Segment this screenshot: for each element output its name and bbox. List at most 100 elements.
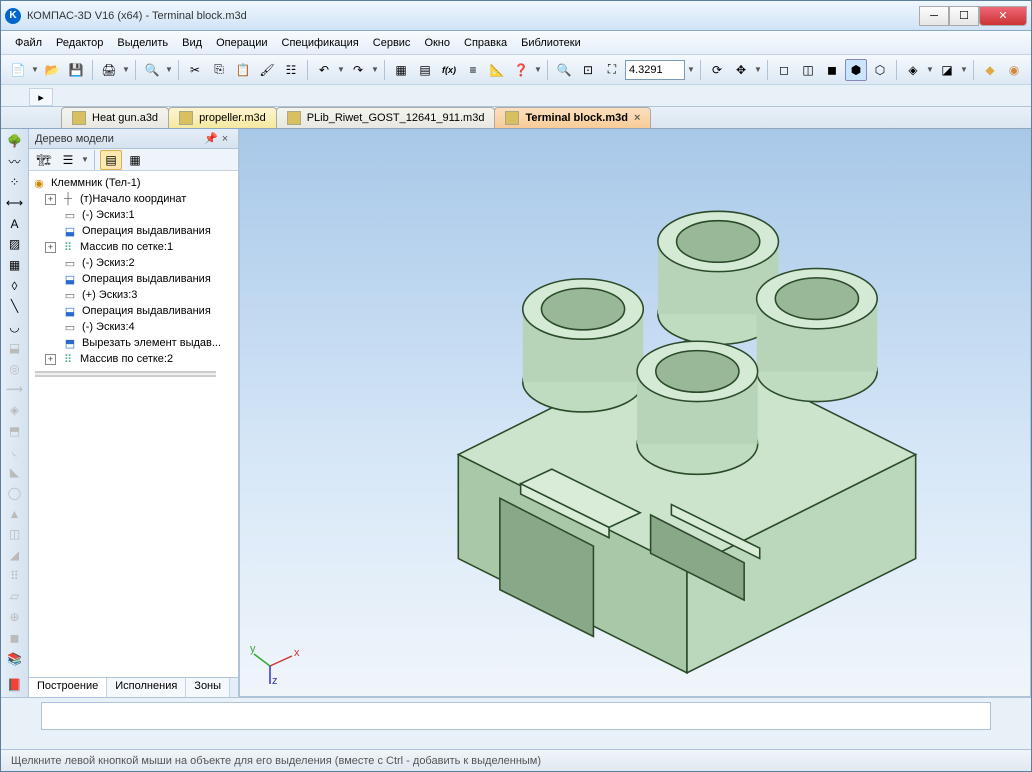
dropdown-icon[interactable]: ▼ <box>337 65 345 74</box>
menu-libraries[interactable]: Библиотеки <box>515 34 587 52</box>
dropdown-icon[interactable]: ▼ <box>371 65 379 74</box>
help-button[interactable]: ❓ <box>510 59 532 81</box>
lt-bool-icon[interactable]: ⊕ <box>4 607 26 627</box>
panel-toggle[interactable]: ▸ <box>29 88 53 106</box>
lt-lib-icon[interactable]: 📚 <box>4 650 26 670</box>
lt-sweep-icon[interactable]: ⟿ <box>4 379 26 399</box>
maximize-button[interactable]: ☐ <box>949 6 979 26</box>
lt-loft-icon[interactable]: ◈ <box>4 400 26 420</box>
dropdown-icon[interactable]: ▼ <box>165 65 173 74</box>
lt-surface-icon[interactable]: ◊ <box>4 276 26 296</box>
zoom-window-button[interactable]: ⊡ <box>577 59 599 81</box>
vars-button[interactable]: ≡ <box>462 59 484 81</box>
lt-extrude-icon[interactable]: ⬓ <box>4 338 26 358</box>
lt-line-icon[interactable]: ╲ <box>4 297 26 317</box>
dropdown-icon[interactable]: ▼ <box>122 65 130 74</box>
menu-select[interactable]: Выделить <box>111 34 174 52</box>
lt-body-icon[interactable]: ◼ <box>4 628 26 648</box>
menu-window[interactable]: Окно <box>418 34 456 52</box>
tab-close-icon[interactable]: × <box>634 112 640 124</box>
tree-mode2-icon[interactable]: ☰ <box>57 150 79 170</box>
pin-icon[interactable]: 📌 <box>204 132 218 145</box>
lt-rib-icon[interactable]: ▲ <box>4 504 26 524</box>
lt-chamfer-icon[interactable]: ◣ <box>4 462 26 482</box>
lt-mirror-icon[interactable]: ▱ <box>4 586 26 606</box>
tree-node[interactable]: ▭(-) Эскиз:4 <box>31 319 236 335</box>
tree-mode3-icon[interactable]: ▤ <box>100 150 122 170</box>
tree-node[interactable]: ⬓Операция выдавливания <box>31 303 236 319</box>
dropdown-icon[interactable]: ▼ <box>926 65 934 74</box>
render-button[interactable]: ◉ <box>1003 59 1025 81</box>
tree-node[interactable]: ▭(-) Эскиз:2 <box>31 255 236 271</box>
open-button[interactable]: 📂 <box>41 59 63 81</box>
tree-tab-build[interactable]: Построение <box>29 678 107 697</box>
lt-table-icon[interactable]: ▦ <box>4 255 26 275</box>
zoom-input[interactable] <box>625 60 685 80</box>
tree-node[interactable]: ▭(-) Эскиз:1 <box>31 207 236 223</box>
view-shadedwire-button[interactable]: ⬡ <box>869 59 891 81</box>
save-button[interactable]: 💾 <box>65 59 87 81</box>
menu-spec[interactable]: Спецификация <box>276 34 365 52</box>
3d-viewport[interactable]: x y z <box>239 129 1031 697</box>
lt-hatch-icon[interactable]: ▨ <box>4 235 26 255</box>
tree-node[interactable]: ⬓Операция выдавливания <box>31 223 236 239</box>
minimize-button[interactable]: ─ <box>919 6 949 26</box>
lt-cut-icon[interactable]: ⬒ <box>4 421 26 441</box>
lt-dim-icon[interactable]: ⟷ <box>4 193 26 213</box>
cut-button[interactable]: ✂ <box>184 59 206 81</box>
dropdown-icon[interactable]: ▼ <box>534 65 542 74</box>
dropdown-icon[interactable]: ▼ <box>687 65 695 74</box>
menu-operations[interactable]: Операции <box>210 34 273 52</box>
tree-node[interactable]: ⬒Вырезать элемент выдав... <box>31 335 236 351</box>
lt-arc-icon[interactable]: ◡ <box>4 317 26 337</box>
lt-tree-icon[interactable]: 🌳 <box>4 131 26 151</box>
tree-node[interactable]: +⠿Массив по сетке:1 <box>31 239 236 255</box>
view-hidden-button[interactable]: ◫ <box>797 59 819 81</box>
rotate-button[interactable]: ⟳ <box>706 59 728 81</box>
lt-point-icon[interactable]: ⁘ <box>4 172 26 192</box>
tree-tab-exec[interactable]: Исполнения <box>107 678 186 697</box>
print-button[interactable]: 🖨 <box>98 59 120 81</box>
command-bar[interactable] <box>41 702 991 730</box>
tree-node[interactable]: ▭(+) Эскиз:3 <box>31 287 236 303</box>
close-button[interactable]: ✕ <box>979 6 1027 26</box>
new-button[interactable]: 📄 <box>7 59 29 81</box>
dropdown-icon[interactable]: ▼ <box>754 65 762 74</box>
menu-editor[interactable]: Редактор <box>50 34 109 52</box>
view-shaded-button[interactable]: ⬢ <box>845 59 867 81</box>
menu-service[interactable]: Сервис <box>367 34 417 52</box>
menu-file[interactable]: Файл <box>9 34 48 52</box>
lt-lib2-icon[interactable]: 📕 <box>4 675 26 695</box>
tree-root[interactable]: ◉ Клеммник (Тел-1) <box>31 175 236 191</box>
doc-tab-plib[interactable]: PLib_Riwet_GOST_12641_911.m3d <box>276 107 496 128</box>
lt-pattern-icon[interactable]: ⠿ <box>4 566 26 586</box>
preview-button[interactable]: 🔍 <box>141 59 163 81</box>
tree-node[interactable]: +┼(т)Начало координат <box>31 191 236 207</box>
redo-button[interactable]: ↷ <box>347 59 369 81</box>
section-button[interactable]: ◪ <box>936 59 958 81</box>
dropdown-icon[interactable]: ▼ <box>960 65 968 74</box>
panel-close-icon[interactable]: × <box>218 133 232 145</box>
lt-fillet-icon[interactable]: ◟ <box>4 442 26 462</box>
tree-scrollbar-h[interactable] <box>35 371 216 377</box>
tree-mode4-icon[interactable]: ▦ <box>124 150 146 170</box>
lt-revolve-icon[interactable]: ◎ <box>4 359 26 379</box>
zoom-fit-button[interactable]: ⛶ <box>601 59 623 81</box>
tree-body[interactable]: ◉ Клеммник (Тел-1) +┼(т)Начало координат… <box>29 171 238 677</box>
lt-shell-icon[interactable]: ◫ <box>4 524 26 544</box>
perspective-button[interactable]: ◈ <box>902 59 924 81</box>
spec2-button[interactable]: ▤ <box>414 59 436 81</box>
undo-button[interactable]: ↶ <box>313 59 335 81</box>
tree-tab-zones[interactable]: Зоны <box>186 678 230 697</box>
lt-curve-icon[interactable]: 〰 <box>4 152 26 172</box>
copy-button[interactable]: ⎘ <box>208 59 230 81</box>
doc-tab-heatgun[interactable]: Heat gun.a3d <box>61 107 169 128</box>
menu-view[interactable]: Вид <box>176 34 208 52</box>
tree-node[interactable]: +⠿Массив по сетке:2 <box>31 351 236 367</box>
fx-button[interactable]: f(x) <box>438 59 460 81</box>
pan-button[interactable]: ✥ <box>730 59 752 81</box>
lt-text-icon[interactable]: A <box>4 214 26 234</box>
tree-node[interactable]: ⬓Операция выдавливания <box>31 271 236 287</box>
expand-icon[interactable]: + <box>45 242 56 253</box>
doc-tab-propeller[interactable]: propeller.m3d <box>168 107 277 128</box>
